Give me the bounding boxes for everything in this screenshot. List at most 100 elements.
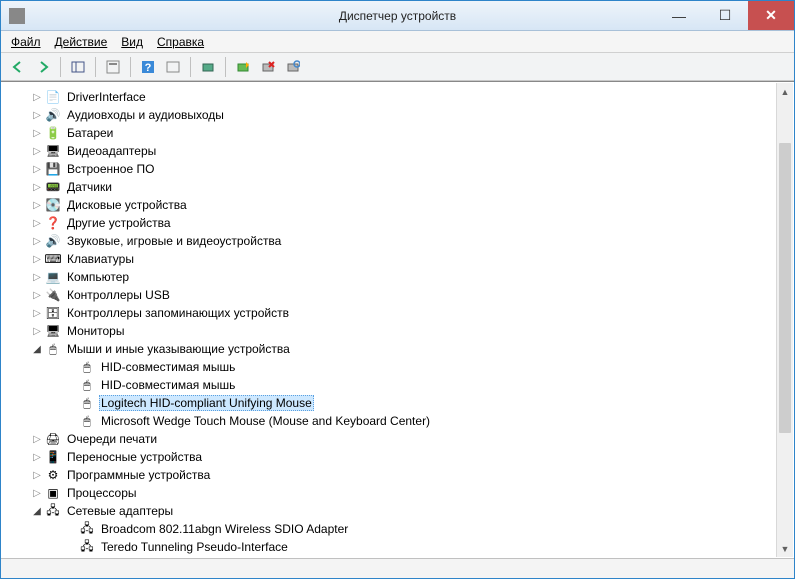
scrollbar-thumb[interactable] bbox=[779, 143, 791, 433]
tree-item-label[interactable]: Видеоадаптеры bbox=[65, 144, 158, 158]
toolbar-separator bbox=[190, 57, 191, 77]
tree-item-label[interactable]: Дисковые устройства bbox=[65, 198, 189, 212]
help-button[interactable]: ? bbox=[137, 56, 159, 78]
tree-category[interactable]: ▷💽Дисковые устройства bbox=[13, 196, 772, 214]
tree-category[interactable]: ▷⚙Программные устройства bbox=[13, 466, 772, 484]
device-icon: 💾 bbox=[45, 161, 61, 177]
collapse-icon[interactable]: ◢ bbox=[31, 506, 43, 517]
tree-item-label[interactable]: HID-совместимая мышь bbox=[99, 360, 237, 374]
tree-item-label[interactable]: Контроллеры запоминающих устройств bbox=[65, 306, 291, 320]
tree-leaf[interactable]: 🖱HID-совместимая мышь bbox=[13, 358, 772, 376]
menu-view[interactable]: Вид bbox=[121, 35, 143, 49]
tree-category[interactable]: ◢🖱Мыши и иные указывающие устройства bbox=[13, 340, 772, 358]
close-button[interactable]: ✕ bbox=[748, 1, 794, 30]
minimize-button[interactable]: — bbox=[656, 1, 702, 30]
expand-icon[interactable]: ▷ bbox=[31, 452, 43, 463]
forward-button[interactable] bbox=[32, 56, 54, 78]
vertical-scrollbar[interactable]: ▲ ▼ bbox=[776, 83, 793, 557]
expand-icon[interactable]: ▷ bbox=[31, 218, 43, 229]
expand-icon[interactable]: ▷ bbox=[31, 254, 43, 265]
tree-category[interactable]: ▷💻Компьютер bbox=[13, 268, 772, 286]
scan-hardware-button[interactable] bbox=[197, 56, 219, 78]
tree-leaf[interactable]: 🖱Logitech HID-compliant Unifying Mouse bbox=[13, 394, 772, 412]
back-button[interactable] bbox=[7, 56, 29, 78]
tree-item-label[interactable]: Logitech HID-compliant Unifying Mouse bbox=[99, 395, 314, 411]
uninstall-button[interactable] bbox=[257, 56, 279, 78]
tree-category[interactable]: ▷🔊 Аудиовходы и аудиовыходы bbox=[13, 106, 772, 124]
device-icon: 🖱 bbox=[79, 395, 95, 411]
expand-icon[interactable]: ▷ bbox=[31, 182, 43, 193]
expand-icon[interactable]: ▷ bbox=[31, 326, 43, 337]
tree-item-label[interactable]: Звуковые, игровые и видеоустройства bbox=[65, 234, 283, 248]
tree-category[interactable]: ▷🖥Мониторы bbox=[13, 322, 772, 340]
device-icon: 🔊 bbox=[45, 107, 61, 123]
tree-leaf[interactable]: 🖧Teredo Tunneling Pseudo-Interface bbox=[13, 538, 772, 556]
tree-item-label[interactable]: Сетевые адаптеры bbox=[65, 504, 175, 518]
tree-leaf[interactable]: 🖧Broadcom 802.11abgn Wireless SDIO Adapt… bbox=[13, 520, 772, 538]
expand-icon[interactable]: ▷ bbox=[31, 470, 43, 481]
tree-category[interactable]: ▷📟Датчики bbox=[13, 178, 772, 196]
tree-item-label[interactable]: DriverInterface bbox=[65, 90, 148, 104]
tree-category[interactable]: ▷▣Процессоры bbox=[13, 484, 772, 502]
menu-file[interactable]: Файл bbox=[11, 35, 41, 49]
expand-icon[interactable]: ▷ bbox=[31, 110, 43, 121]
tree-item-label[interactable]: HID-совместимая мышь bbox=[99, 378, 237, 392]
collapse-icon[interactable]: ◢ bbox=[31, 344, 43, 355]
tree-item-label[interactable]: Broadcom 802.11abgn Wireless SDIO Adapte… bbox=[99, 522, 350, 536]
tree-category[interactable]: ▷⌨Клавиатуры bbox=[13, 250, 772, 268]
expand-icon[interactable]: ▷ bbox=[31, 146, 43, 157]
device-tree[interactable]: ▷📄DriverInterface▷🔊Аудиовходы и аудиовых… bbox=[13, 84, 790, 556]
expand-icon[interactable]: ▷ bbox=[31, 308, 43, 319]
expand-icon[interactable]: ▷ bbox=[31, 200, 43, 211]
expand-icon[interactable]: ▷ bbox=[31, 236, 43, 247]
tree-item-label[interactable]: Аудиовходы и аудиовыходы bbox=[65, 108, 226, 122]
tree-category[interactable]: ▷❓Другие устройства bbox=[13, 214, 772, 232]
tree-category[interactable]: ▷🖨Очереди печати bbox=[13, 430, 772, 448]
titlebar: Диспетчер устройств — ☐ ✕ bbox=[1, 1, 794, 31]
tree-item-label[interactable]: Программные устройства bbox=[65, 468, 212, 482]
tree-item-label[interactable]: Контроллеры USB bbox=[65, 288, 172, 302]
tree-item-label[interactable]: Компьютер bbox=[65, 270, 131, 284]
tree-category[interactable]: ▷🗄Контроллеры запоминающих устройств bbox=[13, 304, 772, 322]
toolbar-button[interactable] bbox=[162, 56, 184, 78]
tree-category[interactable]: ▷🔊Звуковые, игровые и видеоустройства bbox=[13, 232, 772, 250]
expand-icon[interactable]: ▷ bbox=[31, 164, 43, 175]
properties-button[interactable] bbox=[102, 56, 124, 78]
tree-category[interactable]: ◢🖧Сетевые адаптеры bbox=[13, 502, 772, 520]
svg-text:?: ? bbox=[145, 62, 152, 74]
tree-leaf[interactable]: 🖱HID-совместимая мышь bbox=[13, 376, 772, 394]
tree-item-label[interactable]: Встроенное ПО bbox=[65, 162, 156, 176]
tree-category[interactable]: ▷📱Переносные устройства bbox=[13, 448, 772, 466]
tree-category[interactable]: ▷🔌Контроллеры USB bbox=[13, 286, 772, 304]
disable-button[interactable] bbox=[282, 56, 304, 78]
expand-icon[interactable]: ▷ bbox=[31, 128, 43, 139]
tree-item-label[interactable]: Процессоры bbox=[65, 486, 139, 500]
tree-item-label[interactable]: Переносные устройства bbox=[65, 450, 204, 464]
tree-category[interactable]: ▷📄DriverInterface bbox=[13, 88, 772, 106]
tree-item-label[interactable]: Батареи bbox=[65, 126, 115, 140]
expand-icon[interactable]: ▷ bbox=[31, 488, 43, 499]
tree-category[interactable]: ▷🖥Видеоадаптеры bbox=[13, 142, 772, 160]
tree-item-label[interactable]: Мыши и иные указывающие устройства bbox=[65, 342, 292, 356]
tree-category[interactable]: ▷💾 Встроенное ПО bbox=[13, 160, 772, 178]
update-driver-button[interactable] bbox=[232, 56, 254, 78]
tree-item-label[interactable]: Мониторы bbox=[65, 324, 126, 338]
maximize-button[interactable]: ☐ bbox=[702, 1, 748, 30]
tree-item-label[interactable]: Другие устройства bbox=[65, 216, 173, 230]
tree-item-label[interactable]: Датчики bbox=[65, 180, 114, 194]
scroll-down-button[interactable]: ▼ bbox=[777, 540, 793, 557]
expand-icon[interactable]: ▷ bbox=[31, 434, 43, 445]
expand-icon[interactable]: ▷ bbox=[31, 290, 43, 301]
tree-item-label[interactable]: Очереди печати bbox=[65, 432, 159, 446]
scroll-up-button[interactable]: ▲ bbox=[777, 83, 793, 100]
tree-item-label[interactable]: Microsoft Wedge Touch Mouse (Mouse and K… bbox=[99, 414, 432, 428]
menu-action[interactable]: Действие bbox=[55, 35, 108, 49]
expand-icon[interactable]: ▷ bbox=[31, 272, 43, 283]
tree-leaf[interactable]: 🖱Microsoft Wedge Touch Mouse (Mouse and … bbox=[13, 412, 772, 430]
menu-help[interactable]: Справка bbox=[157, 35, 204, 49]
tree-category[interactable]: ▷🔋Батареи bbox=[13, 124, 772, 142]
show-hide-console-button[interactable] bbox=[67, 56, 89, 78]
tree-item-label[interactable]: Teredo Tunneling Pseudo-Interface bbox=[99, 540, 290, 554]
expand-icon[interactable]: ▷ bbox=[31, 92, 43, 103]
tree-item-label[interactable]: Клавиатуры bbox=[65, 252, 136, 266]
